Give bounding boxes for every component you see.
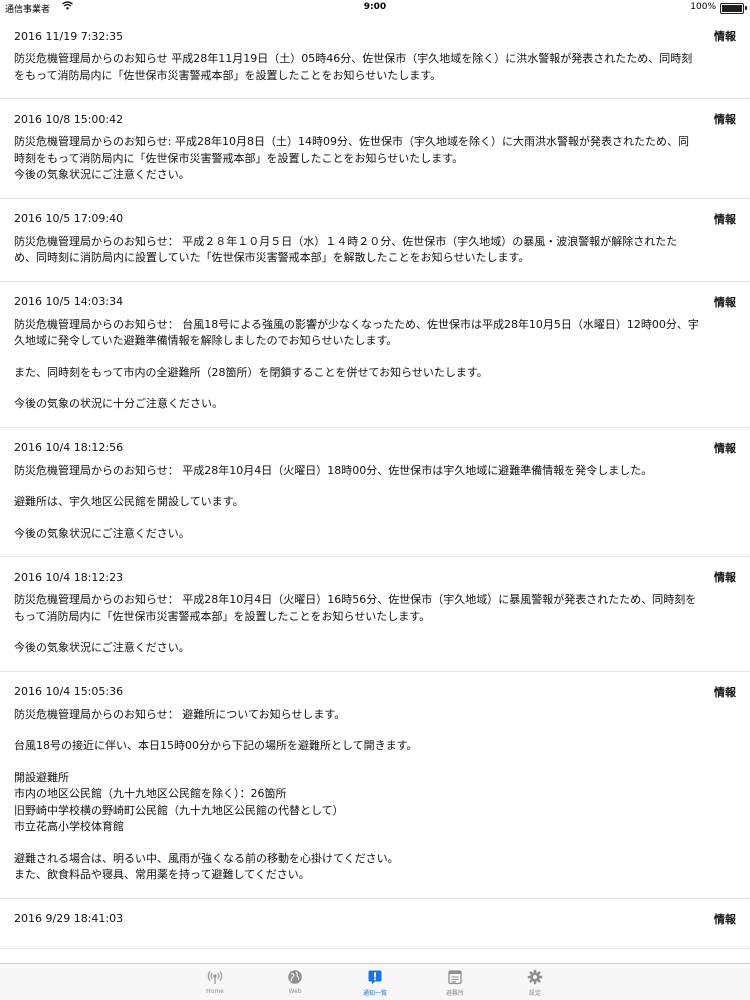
notice-item[interactable]: 2016 10/8 15:00:42 情報防災危機管理局からのお知らせ: 平成28… <box>0 99 750 199</box>
notice-item[interactable]: 2016 10/5 17:09:40 情報防災危機管理局からのお知らせ： 平成２８… <box>0 199 750 282</box>
notice-item[interactable]: 2016 11/19 7:32:35 情報防災危機管理局からのお知らせ 平成28年… <box>0 16 750 99</box>
notice-text: 防災危機管理局からのお知らせ： 台風18号による強風の影響が少なくなったため、佐… <box>14 317 699 348</box>
notice-text: 防災危機管理局からのお知らせ： 平成28年10月4日（火曜日）16時56分、佐世… <box>14 593 697 623</box>
notice-text: 開設避難所 市内の地区公民館（九十九地区公民館を除く）：26箇所 旧野崎中学校横… <box>14 770 344 834</box>
tab-web[interactable]: Web <box>255 964 335 1000</box>
notice-date: 2016 10/5 14:03:34 <box>14 295 124 308</box>
notice-text: 台風18号の接近に伴い、本日15時00分から下記の場所を避難所として開きます。 <box>14 739 418 752</box>
globe-icon <box>287 969 303 985</box>
notice-date: 2016 10/4 18:12:56 <box>14 441 124 454</box>
notice-category: 情報 <box>714 685 736 699</box>
notice-category: 情報 <box>714 212 736 226</box>
tab-home[interactable]: Home <box>175 964 255 1000</box>
tab-bar: Home Web 通知一覧 避難所 設定 <box>0 963 750 1000</box>
notice-text: また、同時刻をもって市内の全避難所（28箇所）を閉鎖することを併せてお知らせいた… <box>14 365 488 379</box>
notice-text: 今後の気象状況にご注意ください。 <box>14 641 190 654</box>
notice-text: 防災危機管理局からのお知らせ: 平成28年10月8日（土）14時09分、佐世保市… <box>14 135 689 181</box>
notice-item[interactable]: 2016 10/4 18:12:56 情報防災危機管理局からのお知らせ： 平成28… <box>0 428 750 557</box>
notice-date: 2016 10/5 17:09:40 <box>14 212 124 225</box>
notice-item[interactable]: 2016 10/4 15:05:36 情報防災危機管理局からのお知らせ： 避難所に… <box>0 672 750 899</box>
notice-text: 今後の気象状況にご注意ください。 <box>14 526 190 540</box>
notice-text: 防災危機管理局からのお知らせ： 避難所についてお知らせします。 <box>14 707 346 721</box>
notice-item[interactable]: 2016 9/29 18:41:03 情報 <box>0 899 750 949</box>
battery-percent: 100% <box>690 2 716 12</box>
notice-category: 情報 <box>714 571 736 584</box>
notice-category: 情報 <box>714 912 736 926</box>
gear-icon <box>527 969 543 985</box>
status-time: 9:00 <box>363 2 387 12</box>
tab-label: Web <box>288 988 302 995</box>
tab-label: 避難所 <box>445 990 464 997</box>
notice-category: 情報 <box>714 295 736 309</box>
tab-label: 通知一覧 <box>362 990 387 997</box>
alert-icon <box>367 969 383 985</box>
notice-date: 2016 10/4 15:05:36 <box>14 685 124 698</box>
notice-date: 2016 10/4 18:12:23 <box>14 570 124 584</box>
notice-text: 防災危機管理局からのお知らせ： 平成28年10月4日（火曜日）18時00分、佐世… <box>14 463 653 477</box>
tab-label: Home <box>206 988 224 995</box>
battery-icon <box>720 3 747 14</box>
notice-date: 2016 9/29 18:41:03 <box>14 912 124 925</box>
notice-text: 避難所は、宇久地区公民館を開設しています。 <box>14 495 244 508</box>
notice-item[interactable]: 2016 10/4 18:12:23 情報防災危機管理局からのお知らせ： 平成28… <box>0 557 750 672</box>
list-icon <box>447 969 463 985</box>
notice-category: 情報 <box>714 113 736 126</box>
notice-category: 情報 <box>714 441 736 455</box>
tab-shelters[interactable]: 避難所 <box>415 964 495 1000</box>
tab-label: 設定 <box>528 990 541 997</box>
notice-text: 避難される場合は、明るい中、風雨が強くなる前の移動を心掛けてください。 また、飲… <box>14 851 399 882</box>
notice-text: 防災危機管理局からのお知らせ： 平成２８年１０月５日（水）１４時２０分、佐世保市… <box>14 234 678 265</box>
status-bar: 通信事業者 9:00 100% <box>0 0 750 16</box>
broadcast-icon <box>207 969 223 985</box>
notice-list[interactable]: 2016 11/19 7:32:35 情報 防災危機管理局からのお知らせ 平成28年… <box>0 16 750 964</box>
notice-item[interactable]: 2016 10/5 14:03:34 情報防災危機管理局からのお知らせ： 台風18… <box>0 282 750 428</box>
notice-date: 2016 10/8 15:00:42 <box>14 112 124 126</box>
tab-settings[interactable]: 設定 <box>495 964 575 1000</box>
notice-text: 今後の気象の状況に十分ご注意ください。 <box>14 397 223 410</box>
notice-text: 防災危機管理局からのお知らせ 平成28年11月19日（土）05時46分、佐世保市… <box>14 52 693 82</box>
notice-category: 情報 <box>714 30 736 43</box>
notice-date: 2016 11/19 7:32:35 <box>14 29 124 43</box>
tab-notifications[interactable]: 通知一覧 <box>335 964 415 1000</box>
